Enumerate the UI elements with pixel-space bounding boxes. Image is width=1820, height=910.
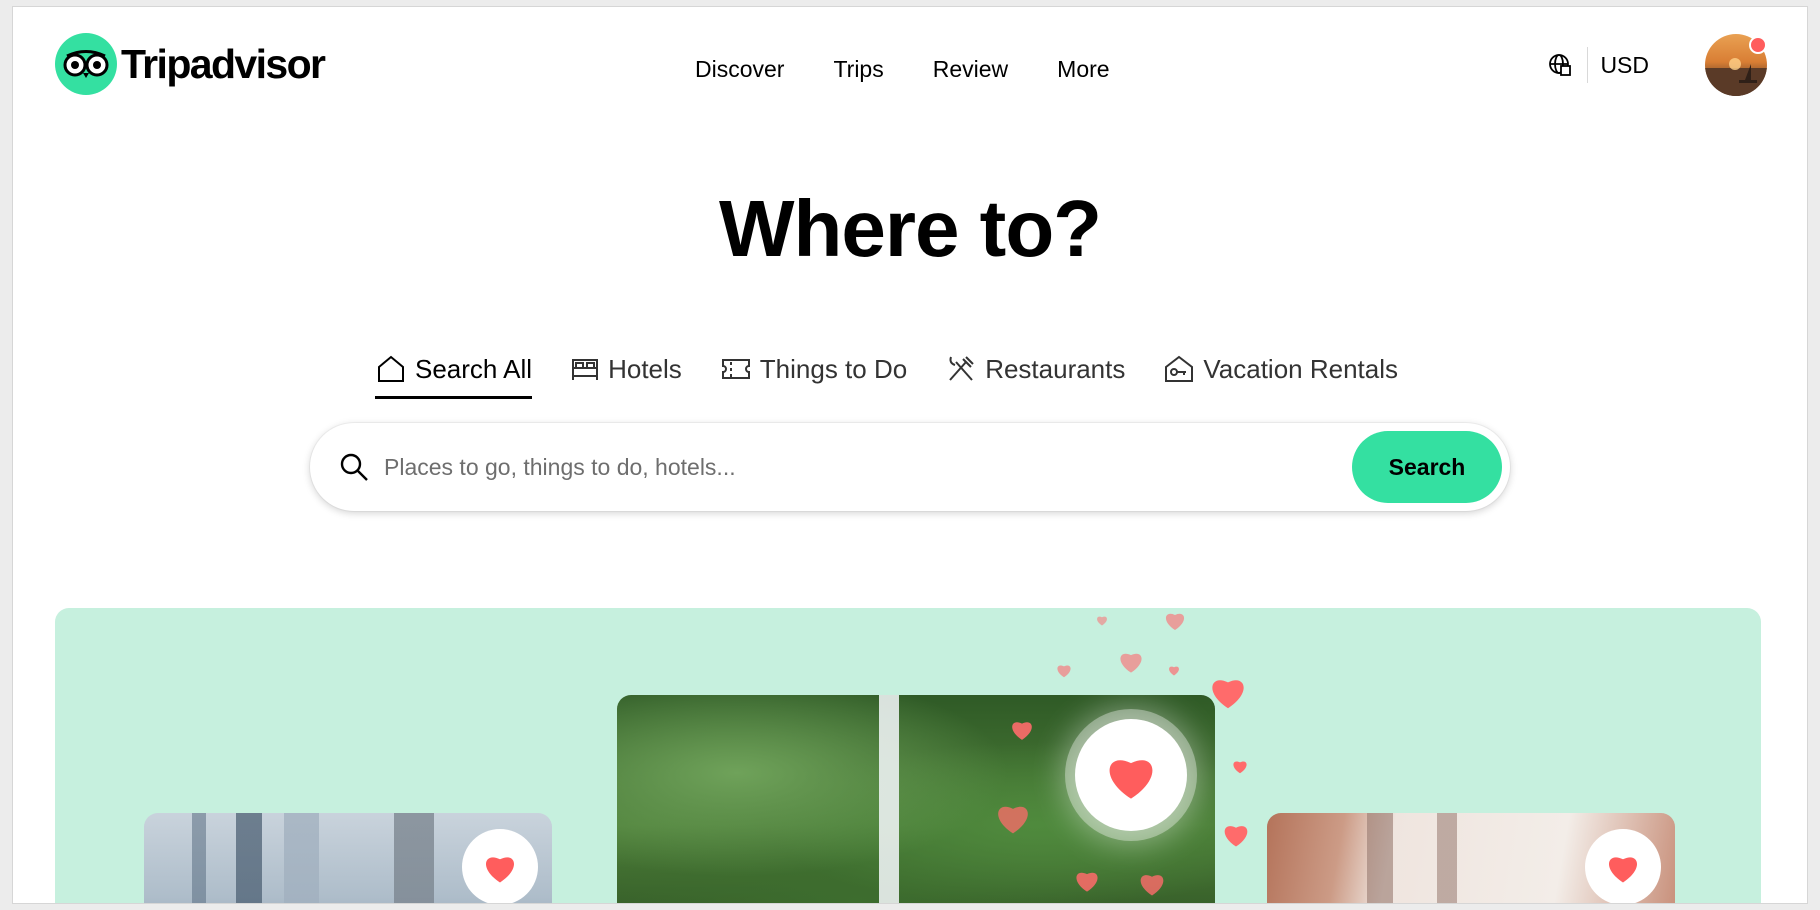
destination-card-architecture[interactable] — [1267, 813, 1675, 903]
heart-icon — [1608, 857, 1638, 883]
header-divider — [1587, 47, 1589, 83]
search-button[interactable]: Search — [1352, 431, 1502, 503]
floating-heart-icon — [1233, 761, 1247, 774]
floating-heart-icon — [1120, 653, 1142, 673]
owl-logo-icon — [55, 33, 117, 95]
profile-avatar-button[interactable] — [1705, 34, 1767, 96]
tab-things-to-do[interactable]: Things to Do — [720, 341, 907, 397]
save-heart-button[interactable] — [1585, 829, 1661, 903]
tripadvisor-logo[interactable]: Tripadvisor — [55, 33, 326, 95]
floating-heart-icon — [1224, 826, 1248, 847]
nav-more[interactable]: More — [1057, 52, 1109, 87]
home-icon — [378, 355, 404, 382]
tab-label: Search All — [415, 353, 533, 384]
currency-selector[interactable]: USD — [1600, 52, 1649, 79]
save-heart-button[interactable] — [1075, 719, 1187, 831]
search-icon — [338, 451, 370, 483]
browser-page: Tripadvisor Discover Trips Review More U… — [12, 6, 1808, 904]
utensils-icon — [949, 356, 974, 381]
ticket-icon — [721, 359, 750, 379]
floating-heart-icon — [1057, 665, 1071, 678]
heart-icon — [1109, 760, 1153, 799]
heart-icon — [485, 857, 515, 883]
tab-vacation-rentals[interactable]: Vacation Rentals — [1163, 341, 1398, 397]
floating-heart-icon — [1097, 616, 1107, 626]
top-nav: Discover Trips Review More — [695, 52, 1110, 87]
globe-language-icon[interactable] — [1547, 52, 1573, 78]
search-bar: Search — [310, 423, 1510, 511]
house-key-icon — [1165, 355, 1194, 382]
nav-discover[interactable]: Discover — [695, 52, 784, 87]
floating-heart-icon — [1165, 613, 1185, 630]
header-right: USD — [1547, 34, 1767, 96]
tab-label: Vacation Rentals — [1203, 353, 1399, 384]
floating-heart-icon — [1012, 722, 1032, 740]
save-heart-button[interactable] — [462, 829, 538, 903]
floating-heart-icon — [1169, 666, 1179, 676]
tab-restaurants[interactable]: Restaurants — [945, 341, 1125, 397]
search-category-tabs: Search All Hotels Things to Do Restauran… — [375, 341, 1398, 399]
tab-label: Restaurants — [985, 353, 1126, 384]
tab-search-all[interactable]: Search All — [375, 341, 533, 399]
nav-trips[interactable]: Trips — [833, 52, 883, 87]
bed-icon — [572, 359, 599, 380]
destination-card-city[interactable] — [144, 813, 552, 903]
promo-banner — [55, 608, 1761, 903]
tab-label: Things to Do — [759, 353, 908, 384]
search-input[interactable] — [384, 453, 1352, 481]
notification-badge — [1749, 36, 1767, 54]
tab-hotels[interactable]: Hotels — [570, 341, 682, 397]
destination-card-waterfall[interactable] — [617, 695, 1215, 903]
page-title: Where to? — [718, 184, 1102, 273]
brand-name: Tripadvisor — [121, 40, 326, 87]
floating-heart-icon — [1076, 872, 1098, 892]
nav-review[interactable]: Review — [933, 52, 1008, 87]
tab-label: Hotels — [608, 353, 682, 384]
floating-heart-icon — [998, 806, 1028, 834]
floating-heart-icon — [1140, 875, 1164, 896]
